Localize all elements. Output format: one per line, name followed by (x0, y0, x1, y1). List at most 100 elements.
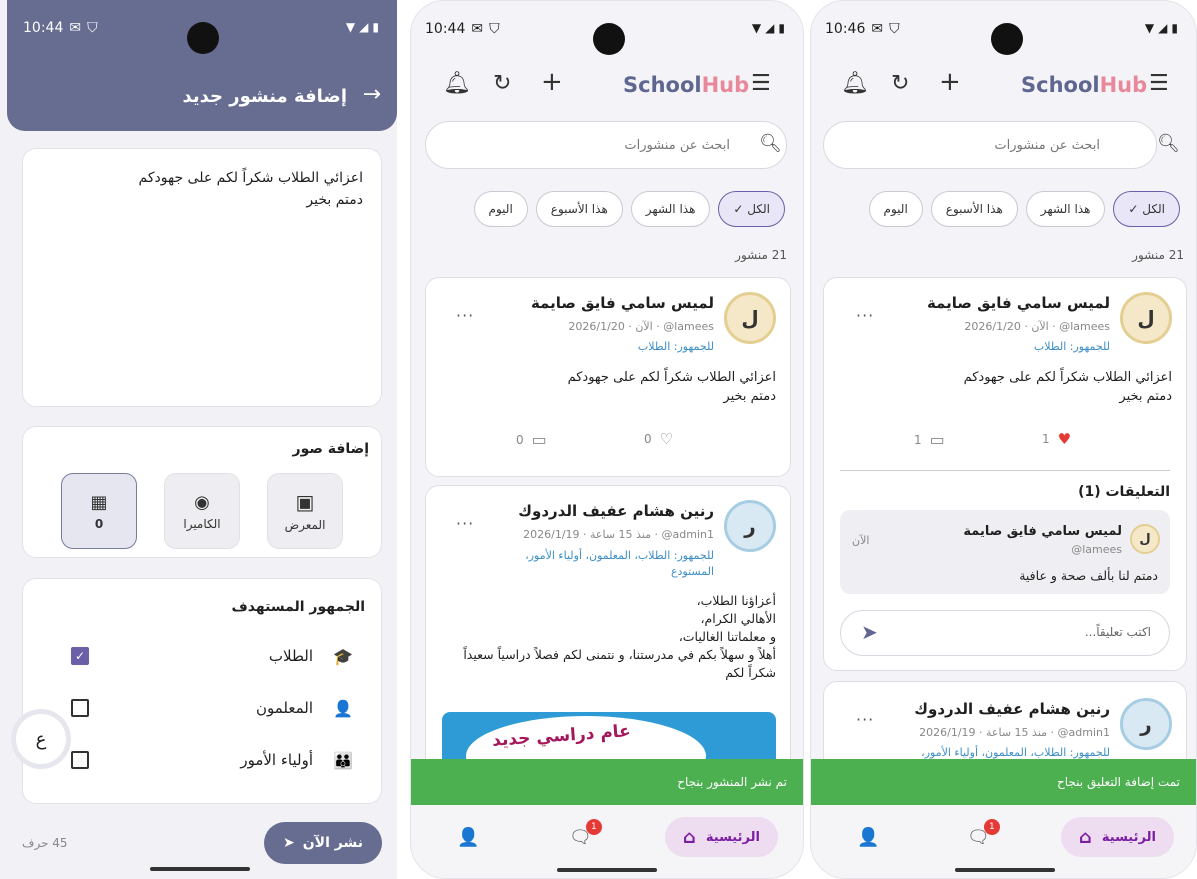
camera-button[interactable]: ◉ الكاميرا (164, 473, 240, 549)
success-toast: تم نشر المنشور بنجاح (411, 759, 803, 805)
parents-label: أولياء الأمور (240, 751, 313, 769)
comment-text: دمتم لنا بألف صحة و عافية (1019, 568, 1158, 583)
send-icon: ➤ (283, 835, 295, 851)
home-tab[interactable]: الرئيسية ⌂ (665, 817, 778, 857)
comment-item: ل لميس سامي فايق صايمة lamees@ الآن دمتم… (840, 510, 1170, 594)
posts-count: 21 منشور (1132, 248, 1184, 262)
filter-chips: الكل ✓ هذا الشهر هذا الأسبوع اليوم (473, 191, 785, 229)
post-meta: admin1@ · منذ 15 ساعة · 2026/1/19 (919, 726, 1110, 739)
profile-icon[interactable]: 👤 (857, 827, 879, 848)
filter-month-label: هذا الشهر (645, 202, 696, 216)
like-action[interactable]: 1 ♥ (1042, 430, 1071, 448)
signal-icon: ◢ (765, 21, 775, 35)
comment-avatar: ل (1130, 524, 1160, 554)
filter-month[interactable]: هذا الشهر (630, 191, 711, 227)
signal-icon: ◢ (1158, 21, 1168, 35)
post-text-value[interactable]: اعزائي الطلاب شكراً لكم على جهودكم دمتم … (43, 167, 363, 211)
floating-letter-button[interactable]: ع (16, 714, 66, 764)
filter-month-label: هذا الشهر (1040, 202, 1091, 216)
avatar: ل (724, 292, 776, 344)
post-audience: للجمهور: الطلاب، المعلمون، أولياء الأمور… (525, 549, 714, 578)
add-icon[interactable]: + (541, 67, 563, 97)
search-input[interactable]: ابحث عن منشورات (425, 121, 787, 169)
parents-checkbox[interactable] (71, 751, 89, 769)
bell-icon[interactable]: 🔔︎ (443, 71, 471, 96)
more-options-icon[interactable]: ··· (456, 306, 474, 325)
post-meta: admin1@ · منذ 15 ساعة · 2026/1/19 (523, 528, 714, 541)
filter-chips: الكل ✓ هذا الشهر هذا الأسبوع اليوم (868, 191, 1180, 229)
fab-letter: ع (35, 728, 47, 750)
more-options-icon[interactable]: ··· (856, 306, 874, 325)
search-placeholder: ابحث عن منشورات (994, 137, 1100, 153)
publish-button[interactable]: نشر الآن ➤ (264, 822, 382, 864)
brand-school: School (1021, 73, 1100, 97)
status-time: 10:44 (425, 21, 466, 37)
comment-count: 0 (516, 432, 524, 447)
chat-icon[interactable]: 🗨︎ 1 (967, 819, 1000, 848)
more-options-icon[interactable]: ··· (456, 514, 474, 533)
gallery-button[interactable]: ▣ المعرض (267, 473, 343, 549)
bell-icon[interactable]: 🔔︎ (841, 71, 869, 96)
shield-icon: ⛉ (489, 21, 500, 37)
comment-action[interactable]: 1 ▭ (914, 430, 945, 449)
add-icon[interactable]: + (939, 67, 961, 97)
filter-week-label: هذا الأسبوع (550, 202, 608, 216)
comments-title: التعليقات (1) (1078, 484, 1170, 500)
chat-badge: 1 (983, 819, 1000, 835)
search-icon[interactable]: 🔍︎ (759, 133, 782, 154)
audience-parents-row[interactable]: أولياء الأمور 👪 (23, 745, 381, 775)
filter-week[interactable]: هذا الأسبوع (930, 191, 1018, 227)
home-label: الرئيسية (705, 829, 760, 845)
post-body: اعزائي الطلاب شكراً لكم على جهودكم دمتم … (963, 370, 1172, 404)
audience-teachers-row[interactable]: المعلمون 👤 (23, 693, 381, 723)
home-icon: ⌂ (1079, 826, 1092, 848)
comment-input[interactable]: اكتب تعليقاً... ➤ (840, 610, 1170, 656)
success-toast: تمت إضافة التعليق بنجاح (811, 759, 1196, 805)
camera-cutout (187, 22, 219, 54)
search-input[interactable]: ابحث عن منشورات (823, 121, 1157, 169)
teachers-checkbox[interactable] (71, 699, 89, 717)
camera-icon: ◉ (194, 491, 210, 513)
gmail-icon: ✉ (471, 21, 484, 37)
shield-icon: ⛉ (87, 20, 98, 36)
char-count: 45 حرف (22, 836, 68, 850)
filter-all-label: الكل (1142, 202, 1165, 216)
gallery-icon: ▣ (295, 490, 315, 514)
post-audience: للجمهور: الطلاب، المعلمون، أولياء الأمور… (921, 746, 1110, 759)
filter-month[interactable]: هذا الشهر (1025, 191, 1106, 227)
filter-all[interactable]: الكل ✓ (718, 191, 785, 227)
profile-icon[interactable]: 👤 (457, 827, 479, 848)
post-body: اعزائي الطلاب شكراً لكم على جهودكم دمتم … (567, 370, 776, 404)
filter-week-label: هذا الأسبوع (945, 202, 1003, 216)
more-options-icon[interactable]: ··· (856, 710, 874, 729)
signal-icon: ◢ (359, 20, 369, 34)
filter-week[interactable]: هذا الأسبوع (535, 191, 623, 227)
back-arrow-icon[interactable]: → (363, 82, 381, 107)
chat-icon[interactable]: 🗨︎ 1 (569, 819, 602, 848)
home-label: الرئيسية (1101, 829, 1156, 845)
filter-today-label: اليوم (488, 202, 513, 216)
selected-images-button[interactable]: ▦ 0 (61, 473, 137, 549)
home-tab[interactable]: الرئيسية ⌂ (1061, 817, 1174, 857)
menu-icon[interactable]: ☰ (1149, 71, 1169, 96)
gesture-bar (955, 868, 1055, 872)
publish-label: نشر الآن (302, 835, 363, 851)
search-icon[interactable]: 🔍︎ (1157, 133, 1180, 154)
refresh-icon[interactable]: ↻ (493, 71, 511, 96)
image-icon: ▦ (90, 491, 108, 513)
post-text-area[interactable]: اعزائي الطلاب شكراً لكم على جهودكم دمتم … (22, 148, 382, 407)
refresh-icon[interactable]: ↻ (891, 71, 909, 96)
post-card: ل لميس سامي فايق صايمة lamees@ · الآن · … (425, 277, 791, 477)
filter-today[interactable]: اليوم (473, 191, 528, 227)
send-icon[interactable]: ➤ (861, 620, 878, 644)
comment-action[interactable]: 0 ▭ (516, 430, 547, 449)
gesture-bar (150, 867, 250, 871)
students-checkbox[interactable]: ✓ (71, 647, 89, 665)
filter-all[interactable]: الكل ✓ (1113, 191, 1180, 227)
posts-count: 21 منشور (735, 248, 787, 262)
audience-students-row[interactable]: ✓ الطلاب 🎓 (23, 641, 381, 671)
menu-icon[interactable]: ☰ (751, 71, 771, 96)
filter-today[interactable]: اليوم (868, 191, 923, 227)
like-action[interactable]: 0 ♡ (644, 430, 673, 448)
post-meta: lamees@ · الآن · 2026/1/20 (568, 320, 714, 333)
